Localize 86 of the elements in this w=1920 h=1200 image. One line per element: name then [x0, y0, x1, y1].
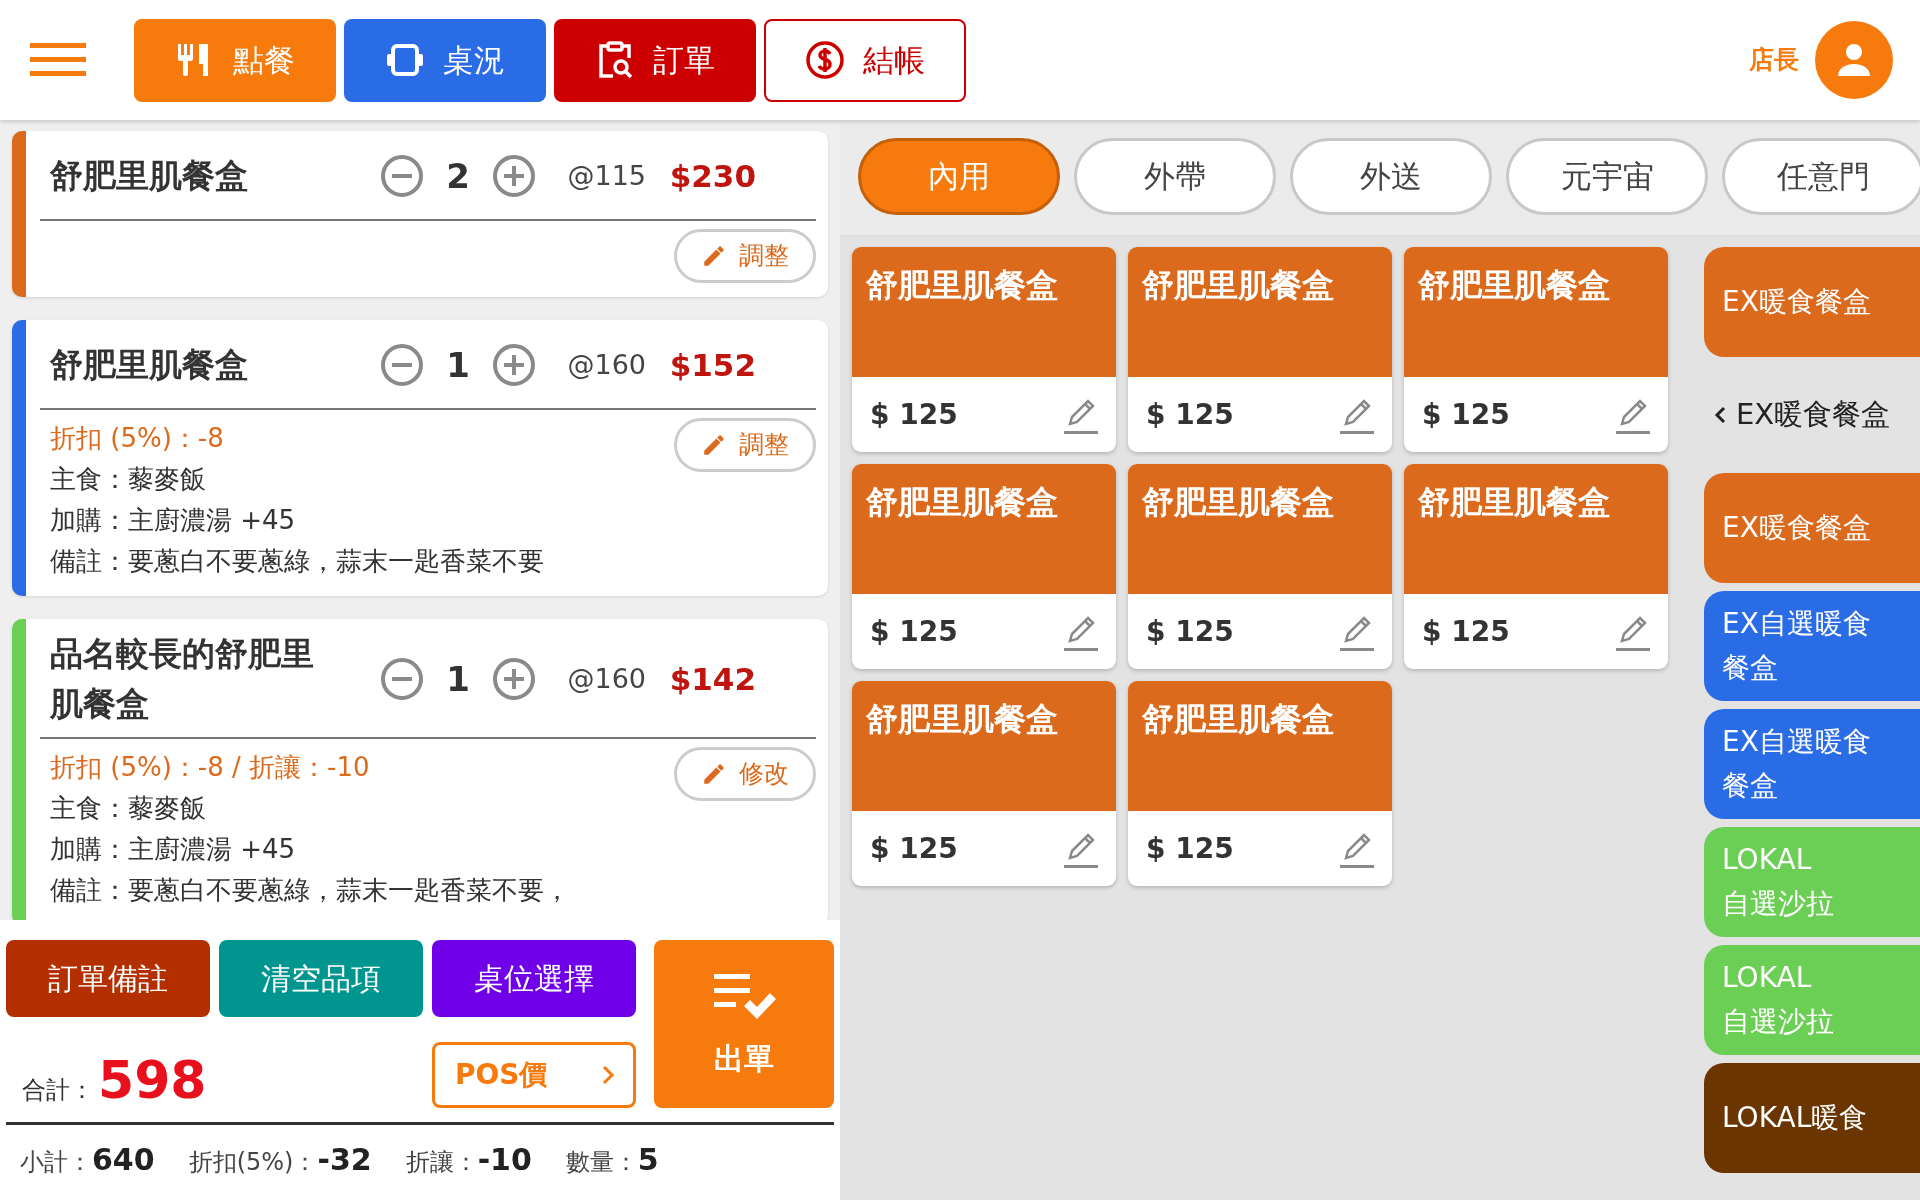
back-link[interactable]: EX暖食餐盒 [1736, 393, 1891, 437]
product-card[interactable]: 舒肥里肌餐盒 $ 125 [1404, 464, 1668, 669]
product-price: $ 125 [1422, 613, 1510, 650]
summary-label: 數量： [565, 1147, 638, 1178]
minus-circle-icon[interactable] [380, 154, 424, 198]
dollar-circle-icon [805, 40, 845, 80]
minus-circle-icon[interactable] [380, 343, 424, 387]
item-name: 品名較長的舒肥里肌餐盒 [50, 633, 315, 725]
product-name: 舒肥里肌餐盒 [1142, 699, 1335, 740]
product-card[interactable]: 舒肥里肌餐盒 $ 125 [852, 464, 1116, 669]
product-card[interactable]: 舒肥里肌餐盒 $ 125 [852, 681, 1116, 886]
adjust-button[interactable]: 修改 [674, 747, 816, 801]
summary-value: 640 [92, 1141, 155, 1179]
unit-price: @115 [566, 158, 646, 193]
adjust-button[interactable]: 調整 [674, 418, 816, 472]
product-name: 舒肥里肌餐盒 [1142, 482, 1335, 523]
discount-line: 折扣 (5%)：-8 / 折讓：-10 [50, 751, 371, 784]
action-button[interactable]: 訂單備註 [6, 940, 210, 1017]
product-card[interactable]: 舒肥里肌餐盒 $ 125 [1128, 247, 1392, 452]
product-card[interactable]: 舒肥里肌餐盒 $ 125 [1404, 247, 1668, 452]
detail-line: 加購：主廚濃湯 +45 [50, 504, 297, 537]
total-label: 合計： [22, 1075, 94, 1106]
chevron-left-icon[interactable] [1714, 405, 1726, 425]
product-name: 舒肥里肌餐盒 [866, 265, 1059, 306]
category-button[interactable]: EX暖食餐盒 [1704, 473, 1920, 583]
product-card[interactable]: 舒肥里肌餐盒 $ 125 [1128, 681, 1392, 886]
line-total: $230 [668, 156, 756, 196]
category-tab[interactable]: 外送 [1290, 138, 1492, 215]
product-price: $ 125 [870, 613, 958, 650]
summary-value: 5 [637, 1141, 659, 1179]
product-name: 舒肥里肌餐盒 [866, 699, 1059, 740]
product-price: $ 125 [1146, 613, 1234, 650]
summary-value: -10 [477, 1141, 532, 1179]
unit-price: @160 [566, 347, 646, 382]
product-price: $ 125 [1146, 830, 1234, 867]
quantity: 1 [445, 657, 471, 701]
summary-label: 折扣(5%)： [188, 1147, 318, 1178]
pencil-icon [701, 243, 727, 269]
adjust-button[interactable]: 調整 [674, 229, 816, 283]
category-tab[interactable]: 任意門 [1722, 138, 1920, 215]
category-button[interactable]: EX自選暖食餐盒 [1704, 709, 1920, 819]
item-name: 舒肥里肌餐盒 [50, 344, 249, 386]
pencil-icon [701, 761, 727, 787]
detail-line: 備註：要蔥白不要蔥綠，蒜末一匙香菜不要 [50, 545, 544, 578]
product-price: $ 125 [870, 396, 958, 433]
product-price: $ 125 [1422, 396, 1510, 433]
detail-line: 加購：主廚濃湯 +45 [50, 833, 297, 866]
summary-value: -32 [317, 1141, 372, 1179]
total-amount: 598 [98, 1054, 207, 1106]
nav-button[interactable]: 訂單 [554, 18, 756, 102]
nav-button[interactable]: 桌況 [344, 18, 546, 102]
plus-circle-icon[interactable] [492, 657, 536, 701]
item-name: 舒肥里肌餐盒 [50, 155, 249, 197]
product-name: 舒肥里肌餐盒 [1418, 482, 1611, 523]
plus-circle-icon[interactable] [492, 154, 536, 198]
detail-line: 主食：藜麥飯 [50, 792, 207, 825]
category-button[interactable]: EX自選暖食餐盒 [1704, 591, 1920, 701]
product-card[interactable]: 舒肥里肌餐盒 $ 125 [1128, 464, 1392, 669]
detail-line: 主食：藜麥飯 [50, 463, 207, 496]
summary-label: 折讓： [405, 1147, 478, 1178]
action-button[interactable]: 桌位選擇 [432, 940, 636, 1017]
quantity: 1 [445, 343, 471, 387]
product-price: $ 125 [1146, 396, 1234, 433]
line-total: $142 [668, 659, 756, 699]
nav-button[interactable]: 結帳 [764, 18, 966, 102]
category-button[interactable]: EX暖食餐盒 [1704, 247, 1920, 357]
category-tab[interactable]: 元宇宙 [1506, 138, 1708, 215]
discount-line: 折扣 (5%)：-8 [50, 422, 225, 455]
category-button[interactable]: LOKAL暖食 [1704, 1063, 1920, 1173]
product-price: $ 125 [870, 830, 958, 867]
quantity: 2 [445, 154, 471, 198]
user-name: 店長 [1749, 44, 1799, 77]
line-total: $152 [668, 345, 756, 385]
product-name: 舒肥里肌餐盒 [866, 482, 1059, 523]
minus-circle-icon[interactable] [380, 657, 424, 701]
category-tab[interactable]: 外帶 [1074, 138, 1276, 215]
plus-circle-icon[interactable] [492, 343, 536, 387]
summary-label: 小計： [20, 1147, 92, 1178]
pencil-icon [701, 432, 727, 458]
detail-line: 備註：要蔥白不要蔥綠，蒜末一匙香菜不要， [50, 874, 570, 907]
chevron-right-icon [601, 1064, 615, 1086]
unit-price: @160 [566, 661, 646, 696]
action-button[interactable]: 清空品項 [219, 940, 423, 1017]
product-name: 舒肥里肌餐盒 [1142, 265, 1335, 306]
product-card[interactable]: 舒肥里肌餐盒 $ 125 [852, 247, 1116, 452]
product-name: 舒肥里肌餐盒 [1418, 265, 1611, 306]
